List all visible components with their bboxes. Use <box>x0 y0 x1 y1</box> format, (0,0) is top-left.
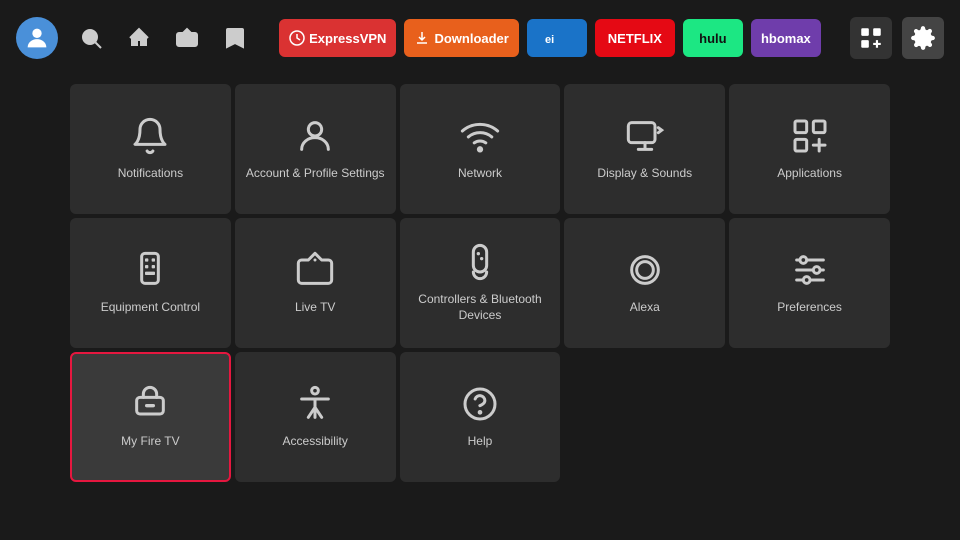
settings-main: Notifications Account & Profile Settings… <box>0 76 960 490</box>
app-shell: ExpressVPN Downloader ei NETFLIX hulu hb… <box>0 0 960 490</box>
grid-item-controllers-bluetooth[interactable]: Controllers & Bluetooth Devices <box>400 218 561 348</box>
grid-item-applications[interactable]: Applications <box>729 84 890 214</box>
header-apps: ExpressVPN Downloader ei NETFLIX hulu hb… <box>268 19 832 57</box>
avatar[interactable] <box>16 17 58 59</box>
grid-item-live-tv[interactable]: Live TV <box>235 218 396 348</box>
grid-view-button[interactable] <box>850 17 892 59</box>
header-left <box>16 17 250 59</box>
svg-text:ei: ei <box>545 34 554 46</box>
grid-item-network[interactable]: Network <box>400 84 561 214</box>
app-hulu[interactable]: hulu <box>683 19 743 57</box>
account-profile-label: Account & Profile Settings <box>246 166 385 182</box>
grid-item-display-sounds[interactable]: Display & Sounds <box>564 84 725 214</box>
app-expressvpn[interactable]: ExpressVPN <box>279 19 396 57</box>
help-label: Help <box>468 434 493 450</box>
header-right <box>850 17 944 59</box>
controllers-bluetooth-label: Controllers & Bluetooth Devices <box>410 292 551 323</box>
applications-label: Applications <box>777 166 842 182</box>
alexa-label: Alexa <box>630 300 660 316</box>
grid-item-alexa[interactable]: Alexa <box>564 218 725 348</box>
settings-grid: Notifications Account & Profile Settings… <box>70 84 890 482</box>
home-icon[interactable] <box>124 23 154 53</box>
accessibility-label: Accessibility <box>283 434 348 450</box>
grid-item-equipment-control[interactable]: Equipment Control <box>70 218 231 348</box>
search-icon[interactable] <box>76 23 106 53</box>
my-fire-tv-label: My Fire TV <box>121 434 179 450</box>
equipment-control-label: Equipment Control <box>101 300 200 316</box>
notifications-label: Notifications <box>118 166 183 182</box>
live-tv-icon[interactable] <box>172 23 202 53</box>
network-label: Network <box>458 166 502 182</box>
grid-item-preferences[interactable]: Preferences <box>729 218 890 348</box>
app-hbomax[interactable]: hbomax <box>751 19 821 57</box>
grid-item-accessibility[interactable]: Accessibility <box>235 352 396 482</box>
grid-item-help[interactable]: Help <box>400 352 561 482</box>
live-tv-label: Live TV <box>295 300 335 316</box>
preferences-label: Preferences <box>777 300 842 316</box>
settings-button[interactable] <box>902 17 944 59</box>
watchlist-icon[interactable] <box>220 23 250 53</box>
header: ExpressVPN Downloader ei NETFLIX hulu hb… <box>0 0 960 76</box>
grid-item-my-fire-tv[interactable]: My Fire TV <box>70 352 231 482</box>
app-cyber[interactable]: ei <box>527 19 587 57</box>
grid-item-account-profile[interactable]: Account & Profile Settings <box>235 84 396 214</box>
app-netflix[interactable]: NETFLIX <box>595 19 675 57</box>
display-sounds-label: Display & Sounds <box>597 166 692 182</box>
grid-item-notifications[interactable]: Notifications <box>70 84 231 214</box>
app-downloader[interactable]: Downloader <box>404 19 518 57</box>
